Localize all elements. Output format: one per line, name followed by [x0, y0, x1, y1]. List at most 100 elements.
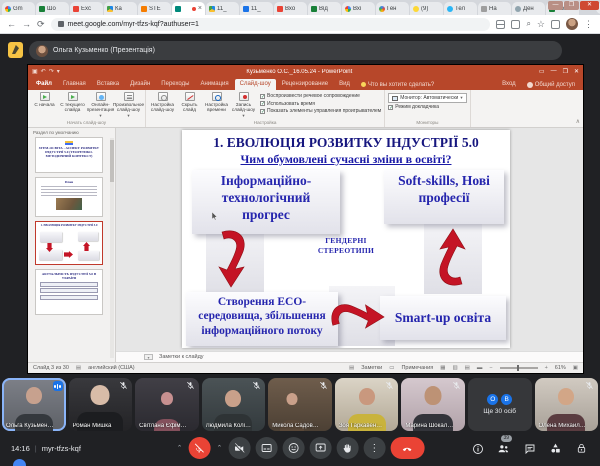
ribbon-tab-insert[interactable]: Вставка — [92, 79, 124, 90]
forward-icon[interactable]: → — [22, 20, 31, 29]
participant-tile[interactable]: Світлана Єфім… — [135, 378, 199, 431]
browser-tab[interactable]: Шо — [36, 2, 69, 15]
browser-tab[interactable]: Ген — [376, 2, 409, 15]
bookmark-star-icon[interactable]: ☆ — [537, 20, 545, 29]
profile-avatar[interactable] — [566, 18, 578, 30]
ribbon-button[interactable]: Настройка слайд-шоу — [149, 91, 176, 118]
window-minimize-button[interactable]: — — [548, 1, 563, 10]
spellcheck-icon[interactable]: ▤ — [76, 365, 81, 371]
status-comments-button[interactable]: Примечания — [401, 365, 433, 371]
ribbon-checkbox[interactable]: ✓Воспроизвести речевое сопровождение — [260, 93, 381, 99]
status-language[interactable]: английский (США) — [88, 365, 135, 371]
tell-me-box[interactable]: Что вы хотите сделать? — [356, 79, 439, 90]
ribbon-checkbox[interactable]: ✓Показать элементы управления проигрыват… — [260, 108, 381, 114]
ribbon-button[interactable]: Настройка времени — [203, 91, 230, 118]
camera-off-button[interactable] — [228, 437, 250, 459]
ribbon-tab-animations[interactable]: Анимация — [195, 79, 233, 90]
browser-tab[interactable]: Вхі — [342, 2, 375, 15]
fit-slide-icon[interactable]: ▣ — [573, 365, 578, 371]
browser-tab[interactable]: STE — [138, 2, 171, 15]
participant-tile[interactable]: Ольга Кузьмен… — [2, 378, 66, 431]
presenter-pill[interactable]: Ольга Кузьменко (Презентація) — [29, 41, 562, 60]
participants-button[interactable]: 39 — [497, 442, 510, 455]
zoom-slider[interactable] — [500, 367, 538, 369]
participant-tile[interactable]: Олена Михайл… — [535, 378, 599, 431]
thumbnail-scrollbar[interactable] — [110, 138, 114, 358]
mic-options-chevron-icon[interactable]: ⌃ — [176, 444, 184, 452]
ribbon-tab-home[interactable]: Главная — [58, 79, 91, 90]
notes-pane[interactable]: ▾ Заметки к слайду — [116, 351, 583, 362]
ribbon-button[interactable]: Скрыть слайд — [176, 91, 203, 118]
address-bar[interactable]: meet.google.com/myr-tfzs-kqf?authuser=1 — [51, 18, 491, 31]
participant-tile[interactable]: Зоя Гаркавен… — [335, 378, 399, 431]
mic-mute-button[interactable] — [189, 437, 211, 459]
monitor-dropdown[interactable]: Монитор: Автоматически ▾ — [388, 93, 466, 103]
captions-button[interactable] — [255, 437, 277, 459]
browser-tab[interactable]: Gm — [2, 2, 35, 15]
more-options-button[interactable]: ⋮ — [363, 437, 385, 459]
redo-icon[interactable]: ↷ — [49, 68, 54, 75]
ribbon-button[interactable]: С текущего слайда — [59, 91, 86, 113]
ribbon-button[interactable]: Произвольное слайд-шоу▾ — [115, 91, 142, 118]
slide-thumbnail-3-current[interactable]: 1. ЕВОЛЮЦІЯ РОЗВИТКУ ІНДУСТРІЇ 5.0 — [35, 221, 103, 265]
leave-call-button[interactable] — [390, 437, 424, 459]
reload-icon[interactable]: ⟳ — [37, 20, 45, 29]
window-maximize-button[interactable]: ❐ — [564, 1, 579, 10]
view-normal-icon[interactable]: ▦ — [440, 365, 445, 371]
view-slideshow-icon[interactable]: ▬ — [477, 365, 483, 371]
zoom-icon[interactable]: ⌕ — [526, 20, 530, 28]
zoom-percent[interactable]: 61% — [555, 365, 566, 371]
view-reading-icon[interactable]: ▤ — [465, 365, 470, 371]
more-participants-tile[interactable]: ОВЩе 30 осіб — [468, 378, 532, 431]
camera-options-chevron-icon[interactable]: ⌃ — [216, 444, 224, 452]
host-controls-button[interactable] — [575, 442, 588, 455]
sign-in-button[interactable]: Вход — [497, 79, 521, 90]
browser-tab[interactable]: 11_ — [240, 2, 273, 15]
slide-thumbnail-2[interactable]: План — [35, 177, 103, 217]
pp-restore-button[interactable]: ❐ — [563, 68, 568, 75]
slide-thumbnail-1[interactable]: STEM-ОСВІТА - АСПЕКТ РОЗВИТКУ ІНДУСТРІЇ … — [35, 137, 103, 173]
ribbon-button[interactable]: С начала — [31, 91, 58, 107]
yellow-note-icon[interactable] — [8, 42, 23, 58]
share-button[interactable]: Общий доступ — [522, 79, 580, 90]
back-icon[interactable]: ← — [7, 20, 16, 29]
ribbon-tab-file[interactable]: Файл — [31, 79, 57, 90]
status-notes-button[interactable]: Заметки — [361, 365, 382, 371]
notes-splitter-icon[interactable]: ▾ — [144, 354, 153, 360]
ribbon-display-icon[interactable]: ▭ — [539, 68, 545, 75]
ribbon-checkbox[interactable]: ✓Использовать время — [260, 101, 381, 107]
view-sorter-icon[interactable]: ▥ — [452, 365, 457, 371]
zoom-in-icon[interactable]: + — [545, 365, 548, 371]
save-icon[interactable]: ▣ — [32, 68, 38, 75]
browser-tab[interactable]: Ка — [104, 2, 137, 15]
presenter-mode-checkbox[interactable]: ✓ Режим докладчика — [388, 104, 466, 110]
browser-tab[interactable]: Ден — [512, 2, 545, 15]
participant-tile[interactable]: Микола Садов… — [268, 378, 332, 431]
pp-close-button[interactable]: ✕ — [574, 68, 579, 75]
ribbon-button[interactable]: Запись слайд-шоу▾ — [230, 91, 257, 118]
undo-icon[interactable]: ↶ — [41, 68, 46, 75]
zoom-out-icon[interactable]: − — [489, 365, 492, 371]
browser-tab[interactable]: Вхо — [274, 2, 307, 15]
browser-tab[interactable]: 11_ — [206, 2, 239, 15]
browser-tab[interactable]: Тел — [444, 2, 477, 15]
browser-tab[interactable]: (9) — [410, 2, 443, 15]
browser-tab[interactable]: Від — [308, 2, 341, 15]
qat-dropdown-icon[interactable]: ▾ — [57, 68, 60, 75]
pp-minimize-button[interactable]: — — [551, 68, 557, 75]
site-info-icon[interactable] — [58, 21, 64, 27]
ribbon-button[interactable]: Онлайн-презентация▾ — [87, 91, 114, 118]
ribbon-tab-review[interactable]: Рецензирование — [277, 79, 333, 90]
chat-button[interactable] — [523, 442, 536, 455]
ribbon-tab-view[interactable]: Вид — [334, 79, 355, 90]
side-panel-icon[interactable] — [551, 20, 560, 29]
meeting-details-button[interactable] — [471, 442, 484, 455]
browser-tab[interactable]: Exс — [70, 2, 103, 15]
participant-tile[interactable]: Роман Мишка — [69, 378, 133, 431]
present-screen-button[interactable] — [309, 437, 331, 459]
ribbon-tab-transitions[interactable]: Переходы — [156, 79, 194, 90]
slide-thumbnail-4[interactable]: АКТУАЛЬНІСТЬ ІНДУСТРІЇ 5.0 В УКРАЇНІ — [35, 269, 103, 315]
window-close-button[interactable]: ✕ — [580, 1, 599, 10]
media-controls-icon[interactable] — [496, 20, 505, 29]
raise-hand-button[interactable] — [336, 437, 358, 459]
